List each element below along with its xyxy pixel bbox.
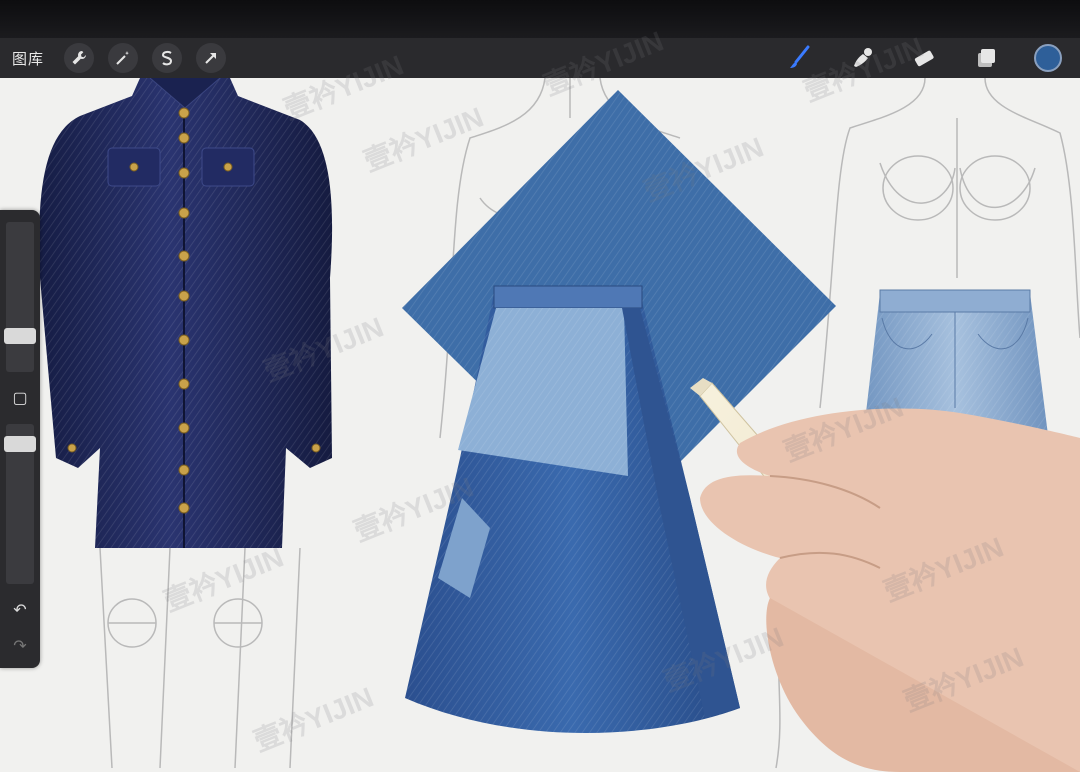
hand (700, 408, 1080, 772)
device-bezel (0, 0, 1080, 38)
brush-icon[interactable] (782, 40, 818, 76)
top-toolbar: 图库 (0, 38, 1080, 78)
gallery-button[interactable]: 图库 (12, 48, 44, 69)
side-toolbar: ▢ ↶ ↷ (0, 210, 40, 668)
wrench-icon[interactable] (64, 43, 95, 73)
color-picker-button[interactable] (1030, 40, 1066, 76)
opacity-thumb[interactable] (4, 436, 36, 452)
layers-icon[interactable] (968, 40, 1004, 76)
magic-wand-icon[interactable] (108, 43, 139, 73)
selection-icon[interactable] (152, 43, 183, 73)
modify-button[interactable]: ▢ (8, 386, 32, 410)
brush-size-thumb[interactable] (4, 328, 36, 344)
brush-size-slider[interactable] (6, 222, 34, 372)
current-color-swatch (1034, 44, 1062, 72)
denim-shirt-dress (39, 78, 333, 548)
eraser-icon[interactable] (906, 40, 942, 76)
smudge-icon[interactable] (844, 40, 880, 76)
undo-icon[interactable]: ↶ (8, 598, 32, 622)
procreate-screen: 图库 壹衿YIJIN 壹衿YIJIN 壹衿YIJIN 壹衿YIJIN 壹衿YIJ… (0, 0, 1080, 772)
redo-icon[interactable]: ↷ (8, 634, 32, 658)
croquis-figure-left (99, 547, 301, 769)
transform-arrow-icon[interactable] (196, 43, 227, 73)
drawing-canvas[interactable]: 壹衿YIJIN 壹衿YIJIN 壹衿YIJIN 壹衿YIJIN 壹衿YIJIN … (0, 25, 1080, 772)
